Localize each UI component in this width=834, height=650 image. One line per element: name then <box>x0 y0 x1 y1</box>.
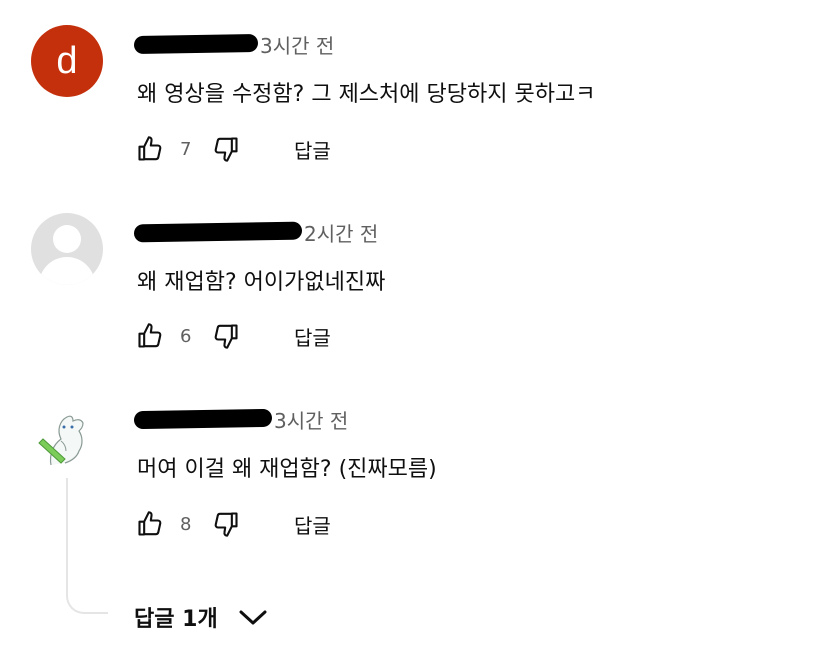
thumbs-up-icon <box>138 136 162 161</box>
comment-text: 머여 이걸 왜 재업함? (진짜모름) <box>137 457 437 482</box>
like-count: 7 <box>180 138 192 160</box>
redacted-username[interactable] <box>133 408 273 430</box>
dislike-button[interactable] <box>210 321 242 351</box>
dislike-button[interactable] <box>210 509 242 539</box>
reply-button[interactable]: 답글 <box>294 135 331 164</box>
like-button[interactable] <box>134 134 166 164</box>
comment-actions: 6 답글 <box>134 321 331 351</box>
thumbs-down-icon <box>214 137 238 162</box>
thumbs-down-icon <box>214 512 238 537</box>
comment-timestamp[interactable]: 2시간 전 <box>304 218 378 247</box>
thumbs-up-icon <box>138 323 162 348</box>
thumbs-down-icon <box>214 324 238 349</box>
comment-author: 3시간 전 <box>133 405 348 434</box>
redacted-username[interactable] <box>133 221 303 243</box>
chevron-down-icon <box>238 607 268 627</box>
comment-actions: 7 답글 <box>134 134 331 164</box>
comment-timestamp[interactable]: 3시간 전 <box>260 30 334 59</box>
avatar[interactable] <box>31 403 103 475</box>
avatar[interactable] <box>31 213 103 285</box>
comment-author: 3시간 전 <box>133 30 334 59</box>
replies-count-label: 답글 1개 <box>134 607 218 632</box>
thumbs-up-icon <box>138 511 162 536</box>
comment-text: 왜 영상을 수정함? 그 제스처에 당당하지 못하고ㅋ <box>137 82 596 107</box>
comment-author: 2시간 전 <box>133 218 378 247</box>
comment-actions: 8 답글 <box>134 509 331 539</box>
like-button[interactable] <box>134 321 166 351</box>
like-count: 8 <box>180 513 192 535</box>
like-button[interactable] <box>134 509 166 539</box>
default-avatar-icon <box>53 225 81 253</box>
reply-button[interactable]: 답글 <box>294 510 331 539</box>
reply-button[interactable]: 답글 <box>294 322 331 351</box>
like-count: 6 <box>180 325 192 347</box>
moomin-avatar-icon <box>38 415 84 466</box>
reply-thread-line <box>66 478 108 614</box>
avatar[interactable]: d <box>31 25 103 97</box>
dislike-button[interactable] <box>210 134 242 164</box>
comment-text: 왜 재업함? 어이가없네진짜 <box>137 270 386 295</box>
comment-timestamp[interactable]: 3시간 전 <box>274 405 348 434</box>
view-replies-button[interactable]: 답글 1개 <box>134 600 268 634</box>
redacted-username[interactable] <box>133 33 259 55</box>
